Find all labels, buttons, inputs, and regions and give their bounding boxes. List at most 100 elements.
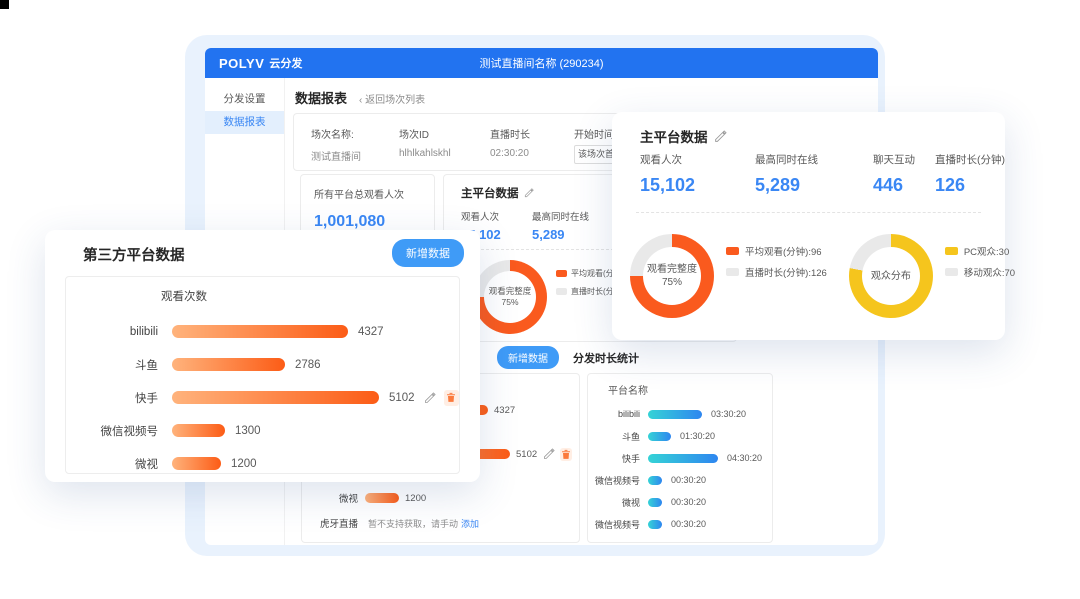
bar	[648, 410, 702, 419]
edit-icon[interactable]	[424, 392, 436, 404]
legend-label: PC观众:30	[964, 244, 1009, 258]
duration-value: 00:30:20	[671, 497, 706, 507]
duration-value: 03:30:20	[711, 409, 746, 419]
duration-row: bilibili 03:30:20	[588, 403, 772, 425]
delete-icon[interactable]	[560, 448, 572, 461]
duration-row: 斗鱼01:30:20	[588, 425, 772, 447]
huya-note-text: 暂不支持获取，请手动	[368, 517, 458, 530]
edit-icon[interactable]	[543, 448, 555, 460]
donut-center-label: 观众分布	[871, 270, 911, 283]
bar-category-label: 斗鱼	[66, 357, 158, 373]
main-platform-card: 主平台数据 观看人次 15,102 最高同时在线 5,289 聊天互动 446 …	[612, 112, 1005, 340]
app-header: POLYV 云分发 测试直播间名称 (290234)	[205, 48, 878, 78]
stat-label: 直播时长(分钟)	[935, 152, 1005, 167]
total-views-label: 所有平台总观看人次	[314, 186, 421, 201]
stat-label: 最高同时在线	[755, 152, 818, 167]
completion-donut-chart-bg: 观看完整度 75%	[473, 260, 547, 334]
duration-value: 01:30:20	[680, 431, 715, 441]
dashed-divider	[636, 212, 981, 213]
sidebar-item-distribution-settings[interactable]: 分发设置	[205, 88, 284, 111]
bar-category-label: 微视	[588, 496, 640, 509]
duration-row: 微视 00:30:20	[588, 491, 772, 513]
bar-category-label: 微视	[66, 456, 158, 472]
session-id-value: hlhlkahlskhl	[399, 148, 451, 159]
live-duration-value: 02:30:20	[490, 148, 530, 159]
session-id-label: 场次ID	[399, 126, 451, 141]
bar-value: 5102	[516, 449, 537, 460]
total-views-value: 1,001,080	[314, 213, 421, 231]
bar-category-label: 快手	[66, 390, 158, 406]
bar	[648, 454, 718, 463]
bar	[648, 432, 671, 441]
bar-value: 1200	[405, 493, 426, 504]
stat-value: 446	[873, 175, 915, 196]
duration-value: 00:30:20	[671, 475, 706, 485]
duration-row: 微信视频号 00:30:20	[588, 469, 772, 491]
donut-center-value: 75%	[501, 297, 518, 308]
bar	[172, 325, 348, 338]
donut-center-value: 75%	[662, 276, 682, 289]
bar	[648, 498, 662, 507]
huya-add-link[interactable]: 添加	[461, 517, 479, 530]
sidebar-item-data-report[interactable]: 数据报表	[205, 111, 284, 134]
third-party-card-title: 第三方平台数据	[83, 244, 185, 265]
bar-row: 斗鱼 2786	[66, 348, 459, 381]
legend-item: 直播时长(分钟):126	[726, 265, 827, 279]
live-duration-label: 直播时长	[490, 126, 530, 141]
donut-center-label: 观看完整度	[647, 263, 697, 276]
bar-category-label: 微信视频号	[588, 518, 640, 531]
bar-row: bilibili4327	[66, 315, 459, 348]
stat-value: 5,289	[532, 227, 589, 242]
bar	[648, 476, 662, 485]
completion-donut-chart: 观看完整度 75%	[630, 234, 714, 318]
bar	[365, 493, 399, 503]
room-title: 测试直播间名称 (290234)	[205, 55, 878, 71]
stat-label: 观看人次	[640, 152, 695, 167]
bar-value: 2786	[295, 359, 321, 371]
bar-category-label: bilibili	[588, 409, 640, 419]
session-name-value: 测试直播间	[311, 148, 361, 163]
legend-label: 平均观看(分钟):96	[745, 244, 822, 258]
bar-row: 微视 1200	[66, 447, 459, 480]
duration-stats-panel: 平台名称 bilibili03:30:20斗鱼01:30:20快手04:30:2…	[587, 373, 773, 543]
legend-item: PC观众:30	[945, 244, 1015, 258]
third-party-platform-card: 第三方平台数据 新增数据 观看次数 bilibili4327斗鱼2786快手51…	[45, 230, 480, 482]
bar-value: 1300	[235, 425, 261, 437]
audience-distribution-donut-chart: 观众分布	[849, 234, 933, 318]
bar-category-label: bilibili	[66, 326, 158, 338]
bar-value: 5102	[389, 392, 415, 404]
bar-row: 快手 5102	[66, 381, 459, 414]
add-data-button[interactable]: 新增数据	[392, 239, 464, 267]
bar-row: 微信视频号1300	[66, 414, 459, 447]
huya-note-row: 虎牙直播 暂不支持获取，请手动 添加	[302, 511, 579, 535]
bar	[172, 358, 285, 371]
back-to-session-list-link[interactable]: ‹ 返回场次列表	[359, 91, 425, 106]
legend-swatch	[945, 247, 958, 255]
session-name-label: 场次名称:	[311, 126, 361, 141]
stat-label: 观看人次	[461, 209, 501, 223]
delete-icon[interactable]	[444, 390, 459, 406]
add-data-button[interactable]: 新增数据	[497, 346, 559, 369]
edit-icon[interactable]	[524, 188, 534, 198]
start-time-label: 开始时间	[574, 126, 614, 141]
huya-label: 虎牙直播	[302, 516, 358, 530]
bar	[172, 391, 379, 404]
duration-value: 04:30:20	[727, 453, 762, 463]
edit-icon[interactable]	[714, 130, 727, 143]
legend-label: 直播时长(分钟):126	[745, 265, 827, 279]
legend-swatch	[726, 268, 739, 276]
bar-category-label: 快手	[588, 452, 640, 465]
legend-label: 移动观众:70	[964, 265, 1015, 279]
bar-category-label: 微信视频号	[588, 474, 640, 487]
legend-item: 移动观众:70	[945, 265, 1015, 279]
bar-value: 1200	[231, 458, 257, 470]
legend-item: 平均观看(分钟):96	[726, 244, 827, 258]
corner-artifact	[0, 0, 9, 9]
bar-row: 微视1200	[302, 487, 579, 509]
bar	[648, 520, 662, 529]
duration-value: 00:30:20	[671, 519, 706, 529]
bar-value: 4327	[494, 405, 515, 416]
legend-swatch	[556, 270, 567, 277]
stat-value: 5,289	[755, 175, 818, 196]
legend-swatch	[726, 247, 739, 255]
